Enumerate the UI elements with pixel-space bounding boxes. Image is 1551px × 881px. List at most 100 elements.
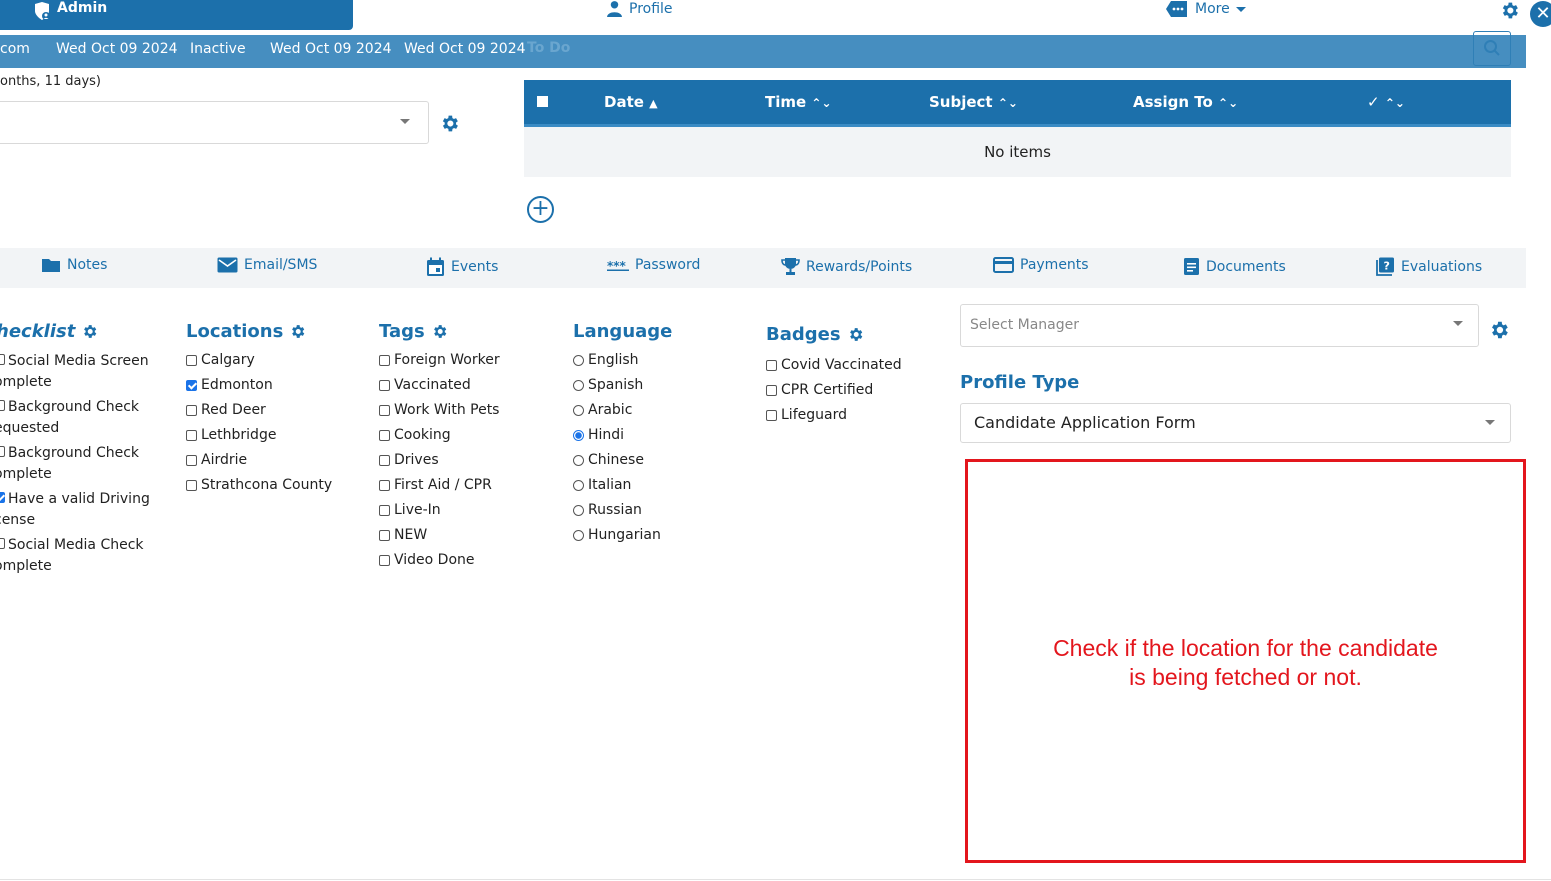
language-option[interactable]: Arabic [573, 402, 632, 418]
language-option[interactable]: English [573, 352, 639, 368]
checkbox[interactable] [0, 538, 5, 549]
col-assign-to[interactable]: Assign To ⌃⌄ [1133, 93, 1238, 111]
settings-gear-top[interactable] [1499, 0, 1520, 25]
tab-rewards-points[interactable]: Rewards/Points [781, 257, 912, 276]
select-settings-button[interactable] [439, 113, 460, 138]
checkbox-checked[interactable] [0, 492, 5, 503]
checkbox[interactable] [186, 454, 197, 466]
badge-option[interactable]: CPR Certified [766, 382, 873, 398]
radio[interactable] [573, 504, 584, 516]
badge-option[interactable]: Covid Vaccinated [766, 357, 902, 373]
col-date[interactable]: Date ▲ [604, 93, 658, 111]
checkbox[interactable] [379, 479, 390, 491]
checkbox[interactable] [186, 429, 197, 441]
location-option[interactable]: Red Deer [186, 402, 266, 418]
checklist-item[interactable]: Social Media Check omplete [0, 535, 154, 577]
language-option[interactable]: Hindi [573, 427, 624, 443]
checkbox[interactable] [379, 554, 390, 566]
checkbox[interactable] [766, 384, 777, 396]
checkbox-checked[interactable] [186, 379, 197, 391]
checkbox[interactable] [766, 359, 777, 371]
admin-tab[interactable]: Admin [0, 0, 353, 30]
gear-icon[interactable] [81, 323, 98, 340]
option-label: Chinese [588, 452, 644, 468]
tab-events[interactable]: Events [426, 257, 498, 277]
option-label: Hindi [588, 427, 625, 443]
checkbox[interactable] [0, 446, 5, 457]
radio[interactable] [573, 354, 584, 366]
col-time[interactable]: Time ⌃⌄ [765, 93, 832, 111]
checkbox[interactable] [186, 479, 197, 491]
option-label: Spanish [588, 377, 644, 393]
tab-evaluations[interactable]: ? Evaluations [1376, 257, 1482, 276]
col-subject[interactable]: Subject ⌃⌄ [929, 93, 1018, 111]
tag-option[interactable]: Cooking [379, 427, 451, 443]
checkbox[interactable] [379, 454, 390, 466]
language-option[interactable]: Hungarian [573, 527, 661, 543]
gear-icon[interactable] [847, 326, 864, 343]
tag-option[interactable]: Vaccinated [379, 377, 471, 393]
radio[interactable] [573, 529, 584, 541]
tab-email-sms[interactable]: Email/SMS [217, 257, 317, 273]
checkbox[interactable] [186, 354, 197, 366]
tag-option[interactable]: Live-In [379, 502, 441, 518]
language-option[interactable]: Spanish [573, 377, 643, 393]
status-select[interactable] [0, 101, 429, 144]
tag-option[interactable]: First Aid / CPR [379, 477, 492, 493]
language-option[interactable]: Russian [573, 502, 642, 518]
checkbox[interactable] [0, 400, 5, 411]
more-tag-icon [1166, 1, 1187, 17]
checkbox[interactable] [379, 379, 390, 391]
checkbox[interactable] [766, 409, 777, 421]
checkbox[interactable] [379, 404, 390, 416]
tag-option[interactable]: Foreign Worker [379, 352, 500, 368]
profile-type-select[interactable]: Candidate Application Form [960, 403, 1511, 443]
manager-select[interactable]: Select Manager [960, 304, 1479, 347]
radio[interactable] [573, 404, 584, 416]
checklist-item[interactable]: Background Check equested [0, 397, 154, 439]
checklist-item[interactable]: Social Media Screen omplete [0, 351, 154, 393]
credit-card-icon [993, 257, 1014, 273]
location-option[interactable]: Strathcona County [186, 477, 332, 493]
profile-link[interactable]: Profile [606, 0, 673, 17]
location-option[interactable]: Calgary [186, 352, 255, 368]
location-option[interactable]: Lethbridge [186, 427, 276, 443]
language-option[interactable]: Chinese [573, 452, 644, 468]
tab-password[interactable]: *** Password [607, 257, 700, 273]
radio[interactable] [573, 379, 584, 391]
more-menu[interactable]: More [1165, 0, 1246, 18]
checkbox[interactable] [379, 354, 390, 366]
radio[interactable] [573, 454, 584, 466]
tag-option[interactable]: Drives [379, 452, 439, 468]
divider [0, 879, 1551, 880]
checkbox[interactable] [379, 429, 390, 441]
radio[interactable] [573, 479, 584, 491]
option-label: Red Deer [201, 402, 266, 418]
tab-payments[interactable]: Payments [993, 257, 1089, 273]
gear-icon[interactable] [289, 323, 306, 340]
checkbox[interactable] [0, 354, 5, 365]
checkbox[interactable] [379, 529, 390, 541]
language-option[interactable]: Italian [573, 477, 631, 493]
gear-icon[interactable] [431, 323, 448, 340]
checkbox[interactable] [186, 404, 197, 416]
location-option[interactable]: Airdrie [186, 452, 247, 468]
checklist-item[interactable]: Background Check omplete [0, 443, 154, 485]
close-button[interactable]: ✕ [1530, 1, 1551, 27]
tag-option[interactable]: Work With Pets [379, 402, 499, 418]
select-all-checkbox[interactable] [537, 96, 548, 107]
tab-documents[interactable]: Documents [1183, 257, 1286, 276]
badge-option[interactable]: Lifeguard [766, 407, 847, 423]
tag-option[interactable]: Video Done [379, 552, 475, 568]
radio-selected[interactable] [573, 429, 584, 441]
col-done[interactable]: ✓ ⌃⌄ [1367, 93, 1405, 111]
tab-label: Notes [67, 257, 108, 273]
location-option[interactable]: Edmonton [186, 377, 273, 393]
checkbox[interactable] [379, 504, 390, 516]
tag-option[interactable]: NEW [379, 527, 427, 543]
search-button[interactable] [1473, 31, 1511, 66]
tab-notes[interactable]: Notes [41, 257, 107, 273]
add-todo-button[interactable]: + [527, 196, 554, 223]
checklist-item[interactable]: Have a valid Driving cense [0, 489, 154, 531]
manager-settings-button[interactable] [1488, 319, 1510, 345]
